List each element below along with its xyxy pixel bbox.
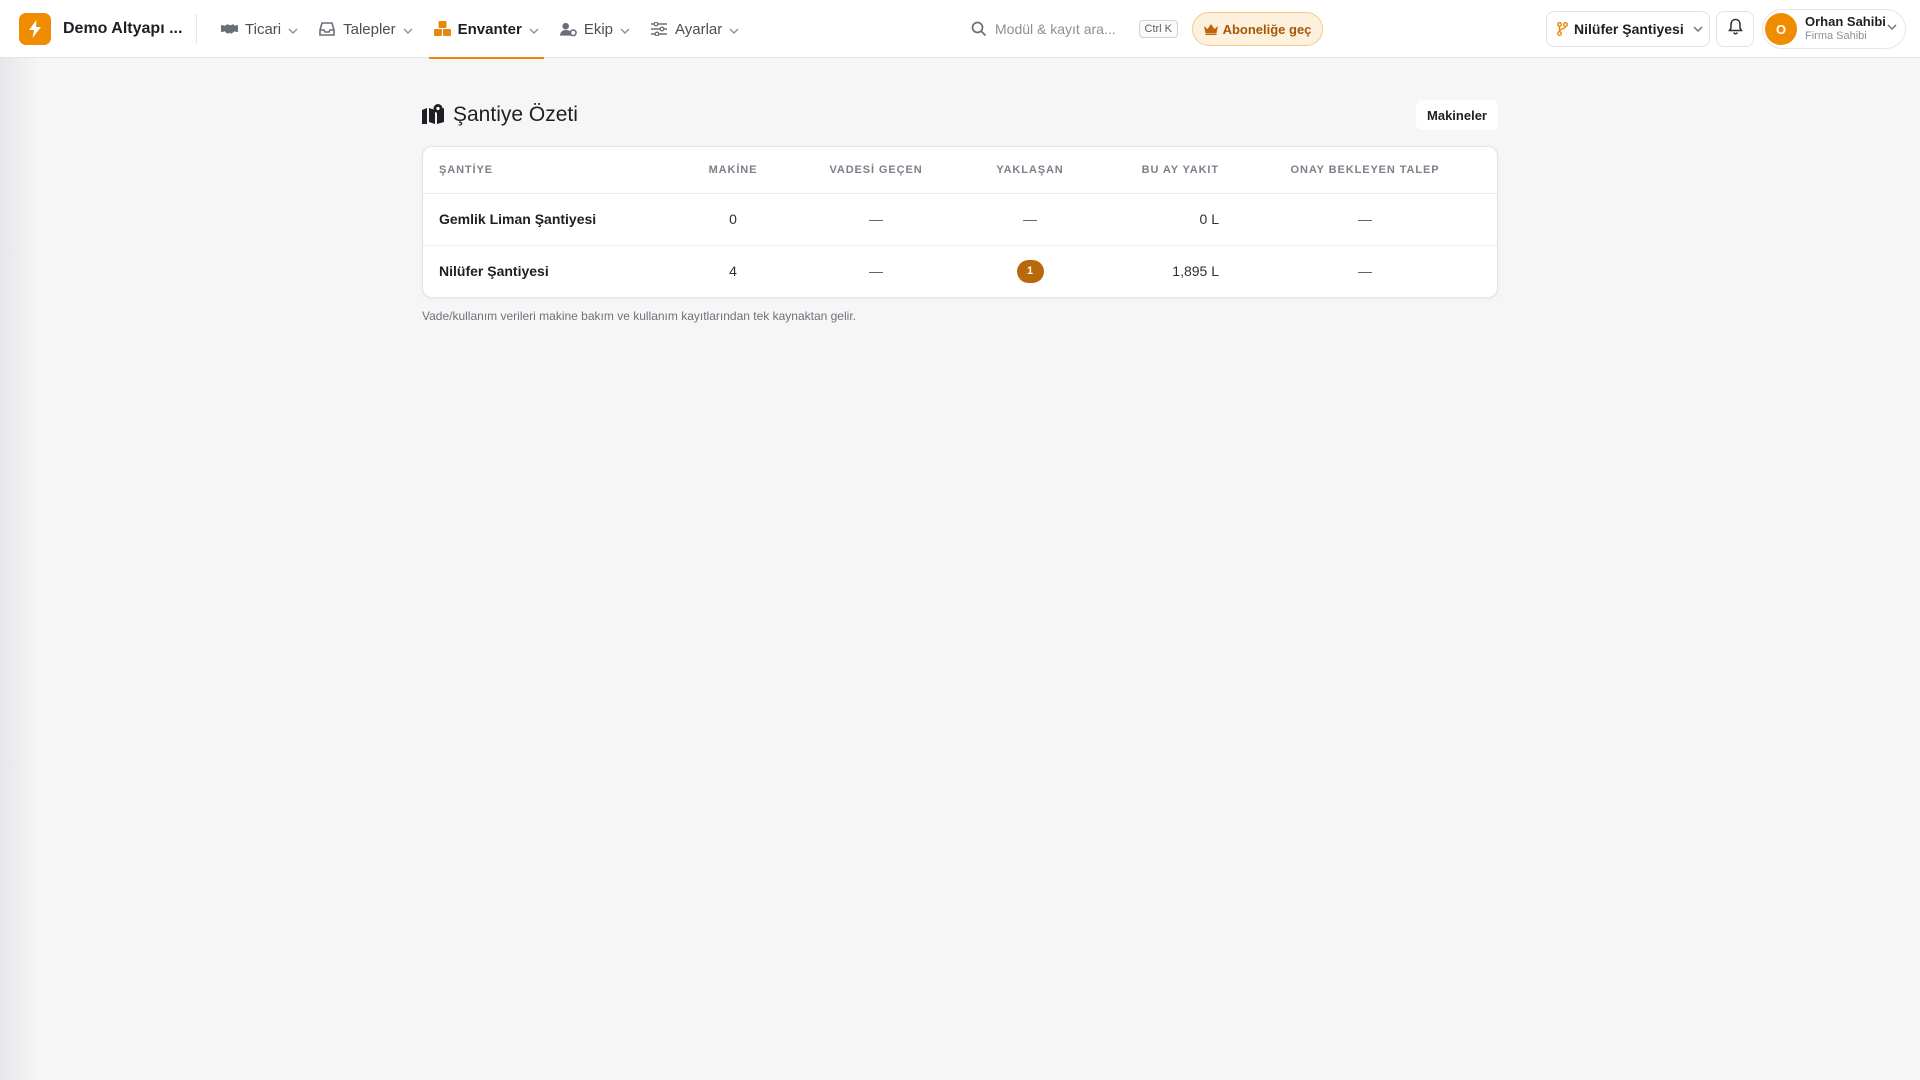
column-header-overdue[interactable]: VADESİ GEÇEN [783, 147, 969, 194]
cell-upcoming: — [969, 193, 1091, 246]
site-summary-table: ŞANTİYE MAKİNE VADESİ GEÇEN YAKLAŞAN BU … [423, 147, 1497, 297]
column-header-fuel[interactable]: BU AY YAKIT [1091, 147, 1233, 194]
search-input[interactable] [995, 21, 1135, 37]
inbox-icon [319, 21, 336, 38]
cell-machines: 4 [729, 263, 737, 280]
notifications-button[interactable] [1716, 11, 1754, 47]
nav-item-ayarlar[interactable]: Ayarlar [646, 0, 744, 58]
nav-item-envanter[interactable]: Envanter [428, 0, 545, 59]
chevron-down-icon [403, 21, 413, 38]
nav-label: Ekip [583, 20, 614, 38]
avatar: O [1765, 13, 1797, 45]
lightning-bolt-icon [19, 13, 51, 45]
boxes-icon [433, 21, 451, 38]
upcoming-count-badge[interactable]: 1 [1016, 259, 1044, 283]
table-row[interactable]: Nilüfer Şantiyesi 4 — 1 1,895 L — [423, 245, 1497, 297]
upgrade-label: Aboneliğe geç [1222, 21, 1312, 37]
chevron-down-icon [729, 21, 739, 38]
machines-button[interactable]: Makineler [1416, 100, 1498, 130]
cell-machines: 0 [683, 193, 783, 246]
map-location-icon [422, 104, 444, 126]
chevron-down-icon [1887, 24, 1897, 30]
main-nav: Ticari Talepler Envanter Ekip Ayarlar [216, 0, 755, 59]
page-header: Şantiye Özeti Makineler [422, 98, 1498, 132]
brand-name: Demo Altyapı ... [63, 20, 183, 37]
nav-label: Envanter [457, 20, 522, 38]
code-branch-icon [1557, 22, 1568, 36]
cell-site[interactable]: Nilüfer Şantiyesi [423, 245, 683, 297]
upgrade-subscription-button[interactable]: Aboneliğe geç [1192, 12, 1323, 46]
data-source-footnote: Vade/kullanım verileri makine bakım ve k… [422, 309, 856, 323]
global-search[interactable]: Ctrl K [964, 14, 1178, 44]
user-gear-icon [559, 21, 577, 38]
search-shortcut-hint: Ctrl K [1138, 20, 1178, 38]
cell-pending: — [1358, 263, 1372, 280]
crown-icon [1203, 23, 1218, 35]
cell-overdue: — [783, 193, 969, 246]
site-selector-value: Nilüfer Şantiyesi [1574, 21, 1684, 37]
header-divider [196, 14, 197, 44]
cell-overdue: — [869, 263, 883, 280]
nav-item-ticari[interactable]: Ticari [216, 0, 303, 58]
user-name: Orhan Sahibi [1805, 14, 1886, 29]
sliders-icon [651, 21, 668, 38]
site-summary-table-card: ŞANTİYE MAKİNE VADESİ GEÇEN YAKLAŞAN BU … [422, 146, 1498, 298]
site-selector[interactable]: Nilüfer Şantiyesi [1546, 11, 1710, 47]
column-header-machines[interactable]: MAKİNE [683, 147, 783, 194]
chevron-down-icon [620, 21, 630, 38]
main-content: Şantiye Özeti Makineler ŞANTİYE MAKİNE V… [422, 98, 1498, 323]
left-edge-shadow [0, 58, 40, 1080]
table-header-row: ŞANTİYE MAKİNE VADESİ GEÇEN YAKLAŞAN BU … [423, 147, 1497, 194]
column-header-upcoming[interactable]: YAKLAŞAN [969, 147, 1091, 194]
chevron-down-icon [1693, 26, 1703, 32]
user-info: Orhan Sahibi Firma Sahibi [1805, 14, 1886, 44]
handshake-icon [221, 21, 238, 38]
chevron-down-icon [288, 21, 298, 38]
nav-label: Ticari [245, 20, 282, 38]
nav-label: Talepler [343, 20, 396, 38]
column-header-pending[interactable]: ONAY BEKLEYEN TALEP [1233, 147, 1497, 194]
column-header-site[interactable]: ŞANTİYE [423, 147, 683, 194]
nav-item-ekip[interactable]: Ekip [555, 0, 635, 58]
table-row[interactable]: Gemlik Liman Şantiyesi 0 — — 0 L — [423, 193, 1497, 246]
brand[interactable]: Demo Altyapı ... [19, 13, 182, 45]
user-role: Firma Sahibi [1805, 30, 1867, 42]
cell-upcoming: 1 [969, 245, 1091, 297]
chevron-down-icon [529, 21, 539, 38]
cell-pending: — [1233, 193, 1497, 246]
cell-fuel: 1,895 L [1172, 263, 1219, 280]
cell-site[interactable]: Gemlik Liman Şantiyesi [423, 193, 683, 246]
nav-label: Ayarlar [675, 20, 723, 38]
cell-fuel: 0 L [1091, 193, 1233, 246]
bell-icon [1727, 18, 1743, 40]
search-icon [971, 21, 987, 37]
top-navigation-bar: Demo Altyapı ... Ticari Talepler Envante… [0, 0, 1920, 59]
user-menu[interactable]: O Orhan Sahibi Firma Sahibi [1762, 9, 1906, 49]
nav-item-talepler[interactable]: Talepler [314, 0, 418, 58]
page-title: Şantiye Özeti [453, 103, 578, 126]
